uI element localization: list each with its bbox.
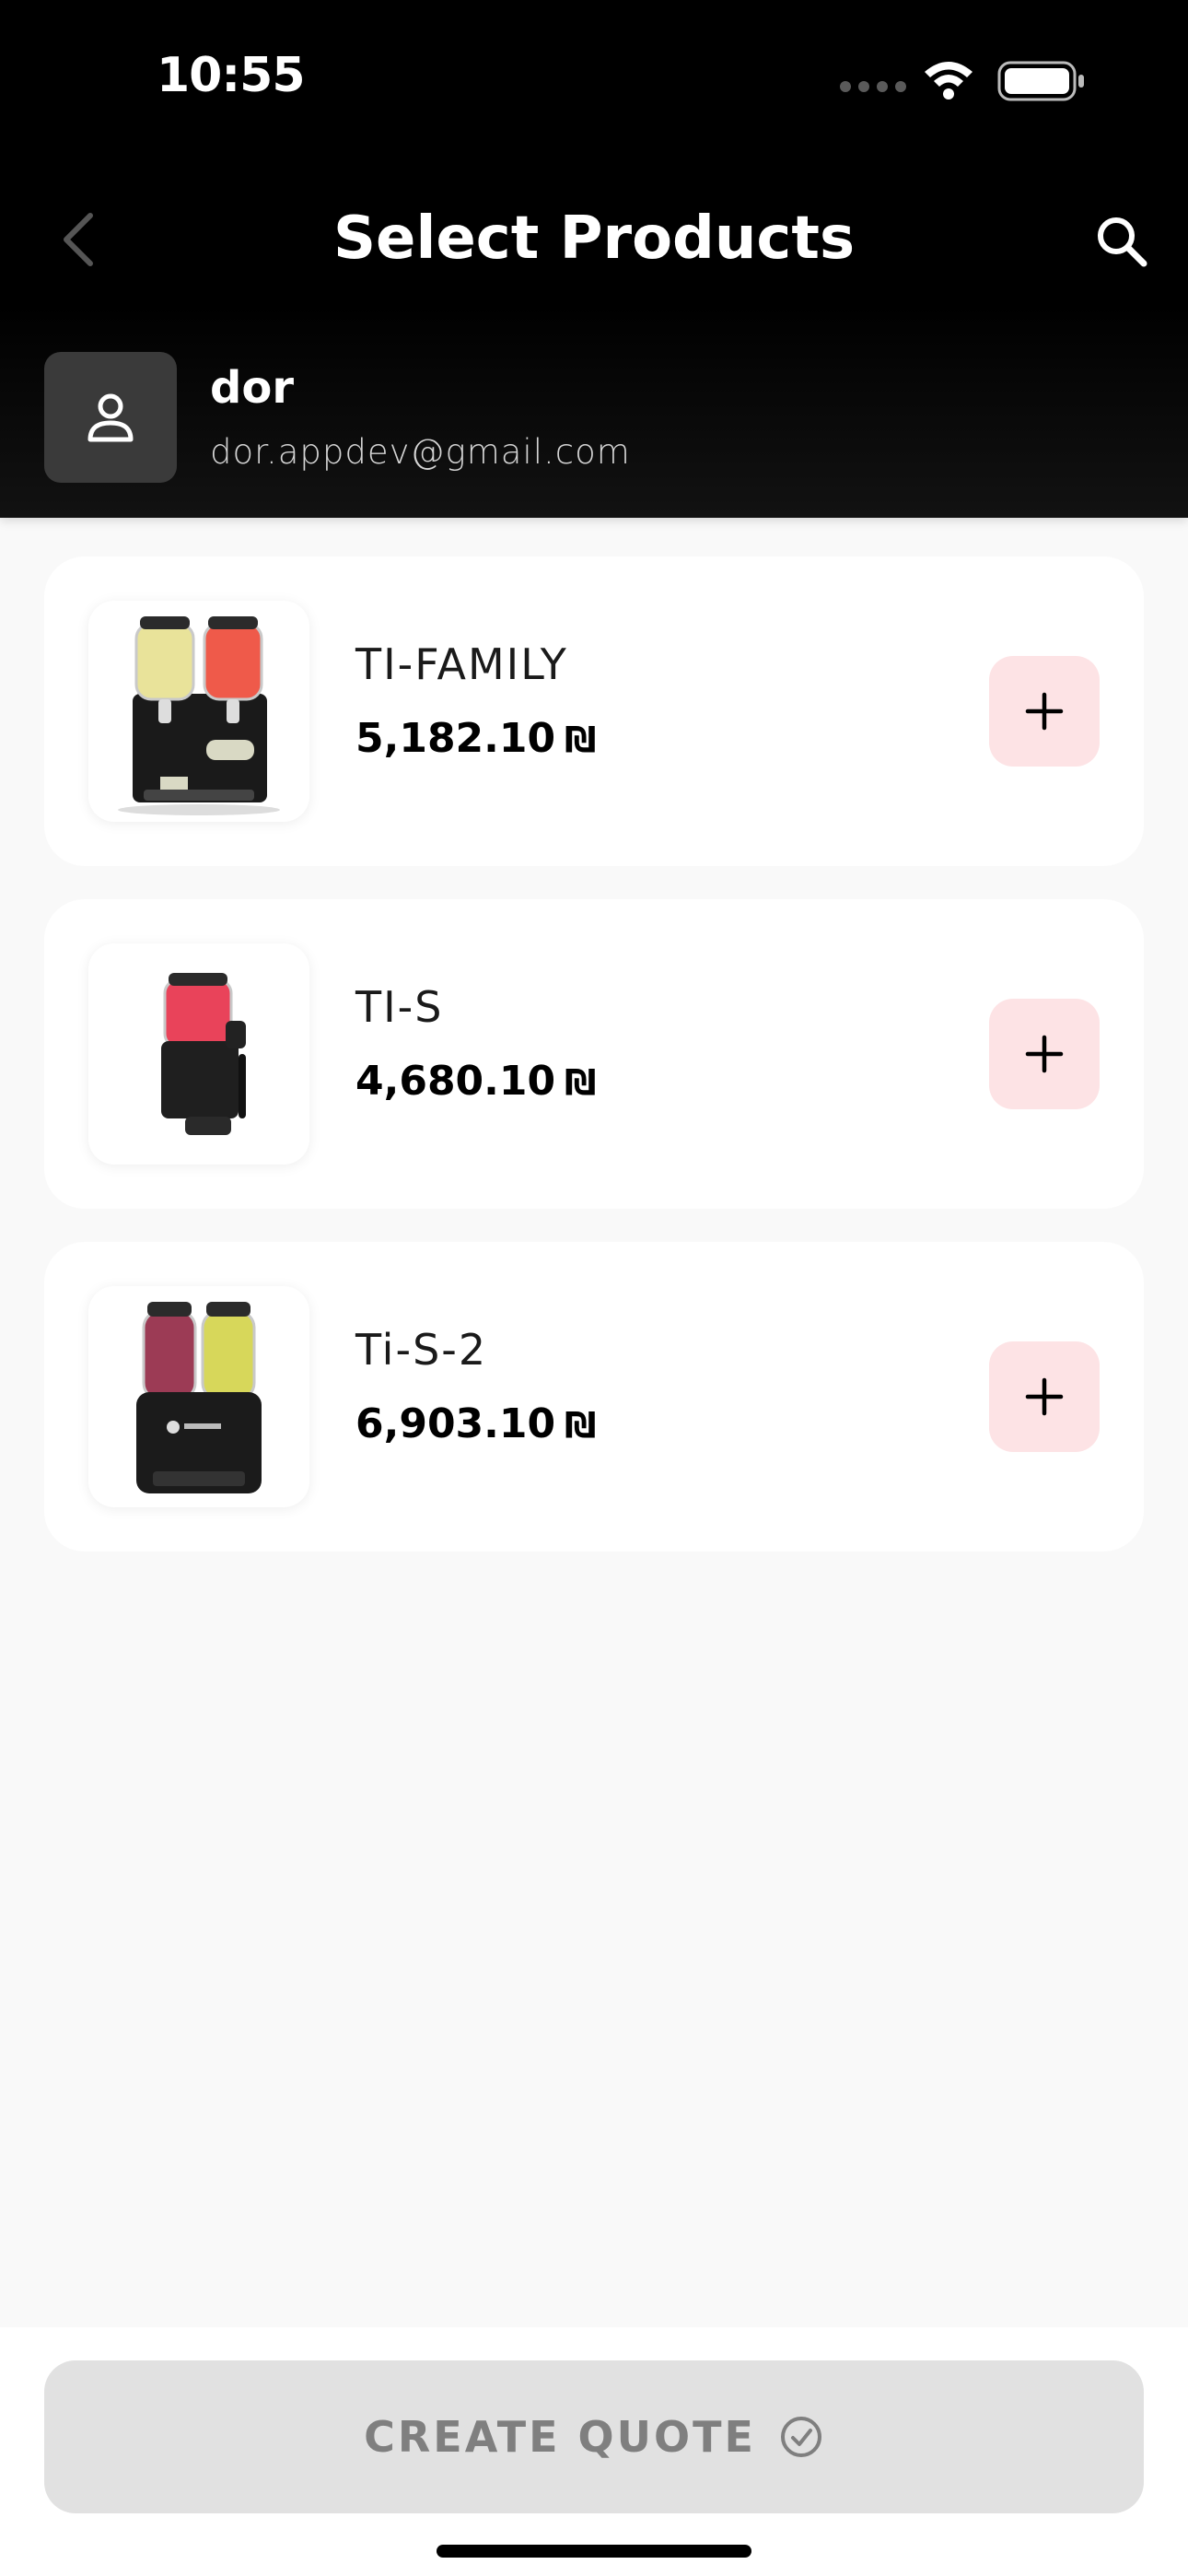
product-price: 6,903.10 ₪ <box>355 1400 597 1447</box>
wifi-icon <box>925 62 973 100</box>
customer-name: dor <box>210 362 295 414</box>
plus-icon <box>1025 1377 1064 1416</box>
double-bowl-slush-machine-icon <box>118 616 280 815</box>
price-value: 4,680.10 <box>355 1058 556 1105</box>
product-price: 4,680.10 ₪ <box>355 1058 597 1105</box>
product-card[interactable]: TI-S 4,680.10 ₪ <box>44 899 1144 1209</box>
search-button[interactable] <box>1094 214 1149 269</box>
product-image <box>88 943 309 1165</box>
product-name: TI-FAMILY <box>355 639 568 689</box>
add-product-button[interactable] <box>989 656 1100 767</box>
page-title: Select Products <box>332 205 856 273</box>
price-value: 5,182.10 <box>355 715 556 762</box>
product-card[interactable]: TI-FAMILY 5,182.10 ₪ <box>44 556 1144 866</box>
product-name: TI-S <box>355 982 444 1032</box>
currency-symbol: ₪ <box>565 1405 597 1446</box>
footer: CREATE QUOTE <box>0 2327 1188 2576</box>
customer-email: dor.appdev@gmail.com <box>210 432 631 472</box>
product-price: 5,182.10 ₪ <box>355 715 597 762</box>
plus-icon <box>1025 692 1064 731</box>
product-card[interactable]: Ti-S-2 6,903.10 ₪ <box>44 1242 1144 1551</box>
search-icon <box>1098 217 1147 267</box>
plus-icon <box>1025 1035 1064 1073</box>
create-quote-button[interactable]: CREATE QUOTE <box>44 2360 1144 2513</box>
avatar <box>44 352 177 483</box>
add-product-button[interactable] <box>989 1341 1100 1452</box>
battery-icon <box>997 61 1084 101</box>
home-indicator <box>437 2545 751 2558</box>
header: 10:55 Select Products dor dor.appdev@gma… <box>0 0 1188 518</box>
product-image <box>88 1286 309 1507</box>
user-icon <box>87 393 134 442</box>
single-bowl-slush-machine-icon <box>161 973 246 1135</box>
product-image <box>88 601 309 822</box>
currency-symbol: ₪ <box>565 1062 597 1103</box>
create-quote-label: CREATE QUOTE <box>364 2412 756 2462</box>
product-name: Ti-S-2 <box>355 1325 488 1375</box>
double-bowl-slush-machine-icon <box>136 1302 262 1493</box>
cellular-signal-icon <box>840 81 906 92</box>
add-product-button[interactable] <box>989 999 1100 1109</box>
currency-symbol: ₪ <box>565 720 597 760</box>
check-circle-icon <box>780 2417 821 2457</box>
price-value: 6,903.10 <box>355 1400 556 1447</box>
status-time: 10:55 <box>157 48 306 103</box>
